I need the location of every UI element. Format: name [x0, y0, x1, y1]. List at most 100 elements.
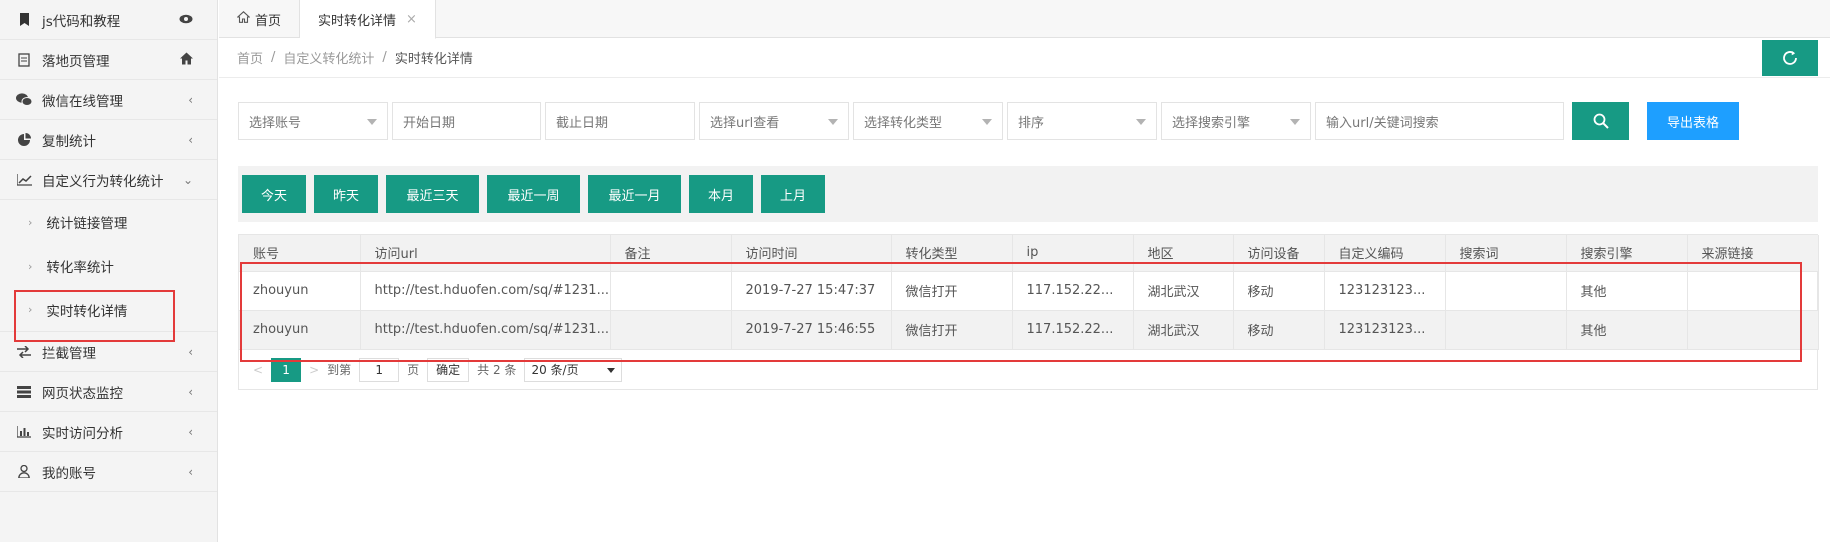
conversion-type-select[interactable]: 选择转化类型	[853, 102, 1003, 140]
caret-down-icon	[1136, 119, 1146, 125]
sidebar-subitem-realtime-detail[interactable]: › 实时转化详情	[0, 288, 217, 332]
chevron-left-icon: ‹	[188, 344, 193, 359]
eye-icon[interactable]	[179, 13, 193, 27]
home-icon	[236, 11, 251, 27]
chevron-left-icon: ‹	[188, 384, 193, 399]
column-header: 转化类型	[891, 235, 1013, 272]
column-header: 搜索词	[1445, 235, 1567, 272]
sidebar-item-wechat[interactable]: 微信在线管理 ‹	[0, 80, 217, 120]
sidebar-item-copy-stats[interactable]: 复制统计 ‹	[0, 120, 217, 160]
sidebar-item-label: js代码和教程	[42, 13, 121, 30]
breadcrumb: 首页 / 自定义转化统计 / 实时转化详情	[219, 38, 1830, 78]
breadcrumb-home[interactable]: 首页	[237, 48, 263, 67]
table-cell	[1445, 271, 1567, 311]
tab-bar: 首页 实时转化详情 ×	[219, 0, 1830, 39]
range-last-month-button[interactable]: 上月	[761, 175, 825, 213]
breadcrumb-separator: /	[271, 50, 276, 65]
start-date-placeholder: 开始日期	[403, 115, 456, 131]
account-select[interactable]: 选择账号	[238, 102, 388, 140]
tab-home[interactable]: 首页	[219, 0, 301, 38]
end-date-placeholder: 截止日期	[556, 115, 609, 131]
chevron-left-icon: ‹	[188, 464, 193, 479]
pie-chart-icon	[16, 132, 32, 148]
table-cell: 2019-7-27 15:46:55	[731, 310, 892, 350]
column-header: 自定义编码	[1324, 235, 1446, 272]
filter-bar: 选择账号 开始日期 截止日期 选择url查看 选择转化类型 排序 选择搜索引擎 …	[238, 102, 1739, 140]
search-button[interactable]	[1572, 102, 1629, 140]
keyword-search-input[interactable]: 输入url/关键词搜索	[1315, 102, 1564, 140]
table-cell: 微信打开	[891, 310, 1013, 350]
sort-select[interactable]: 排序	[1007, 102, 1157, 140]
table-cell: 移动	[1233, 310, 1325, 350]
start-date-input[interactable]: 开始日期	[392, 102, 541, 140]
sidebar-subitem-link-manage[interactable]: › 统计链接管理	[0, 200, 217, 244]
range-week-button[interactable]: 最近一周	[487, 175, 580, 213]
sidebar-subitem-label: 统计链接管理	[46, 216, 128, 232]
url-select[interactable]: 选择url查看	[699, 102, 849, 140]
range-3days-button[interactable]: 最近三天	[386, 175, 479, 213]
range-yesterday-button[interactable]: 昨天	[314, 175, 378, 213]
range-today-button[interactable]: 今天	[242, 175, 306, 213]
sidebar-item-label: 拦截管理	[42, 345, 96, 362]
close-icon[interactable]: ×	[406, 12, 417, 27]
caret-down-icon	[367, 119, 377, 125]
data-table: 账号 访问url 备注 访问时间 转化类型 ip 地区 访问设备 自定义编码 搜…	[238, 234, 1819, 390]
conversion-type-placeholder: 选择转化类型	[864, 115, 943, 131]
wechat-icon	[16, 92, 32, 108]
export-button[interactable]: 导出表格	[1647, 102, 1739, 140]
table-cell: 123123123...	[1324, 271, 1446, 311]
sidebar-item-page-monitor[interactable]: 网页状态监控 ‹	[0, 372, 217, 412]
table-cell: http://test.hduofen.com/sq/#1231...	[360, 271, 611, 311]
column-header: 访问url	[360, 235, 611, 272]
tab-realtime-detail[interactable]: 实时转化详情 ×	[300, 0, 436, 39]
next-page-button[interactable]: >	[309, 363, 319, 377]
chevron-left-icon: ‹	[188, 92, 193, 107]
refresh-button[interactable]	[1762, 40, 1818, 76]
sidebar-item-intercept[interactable]: 拦截管理 ‹	[0, 332, 217, 372]
sidebar-item-custom-conversion[interactable]: 自定义行为转化统计 ⌄	[0, 160, 217, 200]
table-row[interactable]: zhouyun http://test.hduofen.com/sq/#1231…	[239, 271, 1819, 311]
sort-select-placeholder: 排序	[1018, 115, 1045, 131]
sidebar-item-label: 落地页管理	[42, 53, 110, 70]
breadcrumb-custom-stats[interactable]: 自定义转化统计	[283, 48, 374, 67]
goto-confirm-button[interactable]: 确定	[427, 357, 470, 382]
chevron-left-icon: ‹	[188, 424, 193, 439]
prev-page-button[interactable]: <	[253, 363, 263, 377]
sidebar-item-realtime-analysis[interactable]: 实时访问分析 ‹	[0, 412, 217, 452]
table-cell: 117.152.22...	[1012, 310, 1134, 350]
column-header: 访问设备	[1233, 235, 1325, 272]
sidebar-item-my-account[interactable]: 我的账号 ‹	[0, 452, 217, 492]
table-cell	[1687, 271, 1819, 311]
column-header: 访问时间	[731, 235, 892, 272]
table-cell: 其他	[1566, 310, 1688, 350]
search-engine-placeholder: 选择搜索引擎	[1172, 115, 1251, 131]
column-header: 备注	[610, 235, 732, 272]
tab-label: 首页	[255, 13, 282, 29]
server-icon	[16, 384, 32, 400]
date-range-bar: 今天 昨天 最近三天 最近一周 最近一月 本月 上月	[238, 166, 1818, 222]
current-page[interactable]: 1	[271, 357, 302, 382]
page-size-select[interactable]: 20 条/页	[524, 357, 623, 382]
column-header: 搜索引擎	[1566, 235, 1688, 272]
sidebar-item-label: 自定义行为转化统计	[42, 173, 164, 190]
table-cell: zhouyun	[239, 310, 361, 350]
range-this-month-button[interactable]: 本月	[689, 175, 753, 213]
exchange-icon	[16, 344, 32, 360]
table-header-row: 账号 访问url 备注 访问时间 转化类型 ip 地区 访问设备 自定义编码 搜…	[239, 235, 1819, 272]
table-row[interactable]: zhouyun http://test.hduofen.com/sq/#1231…	[239, 310, 1819, 350]
sidebar-subitem-conversion-rate[interactable]: › 转化率统计	[0, 244, 217, 288]
search-engine-select[interactable]: 选择搜索引擎	[1161, 102, 1311, 140]
range-month-button[interactable]: 最近一月	[588, 175, 681, 213]
end-date-input[interactable]: 截止日期	[545, 102, 695, 140]
table-cell: 湖北武汉	[1133, 271, 1234, 311]
sidebar-subitem-label: 转化率统计	[46, 260, 114, 276]
table-cell: 2019-7-27 15:47:37	[731, 271, 892, 311]
chevron-left-icon: ‹	[188, 132, 193, 147]
home-icon	[180, 52, 193, 67]
chevron-right-icon: ›	[28, 303, 33, 316]
sidebar-item-js-code[interactable]: js代码和教程	[0, 0, 217, 40]
goto-page-input[interactable]: 1	[359, 357, 400, 382]
sidebar-item-landing-page[interactable]: 落地页管理	[0, 40, 217, 80]
bookmark-icon	[16, 12, 32, 28]
table-cell	[1445, 310, 1567, 350]
